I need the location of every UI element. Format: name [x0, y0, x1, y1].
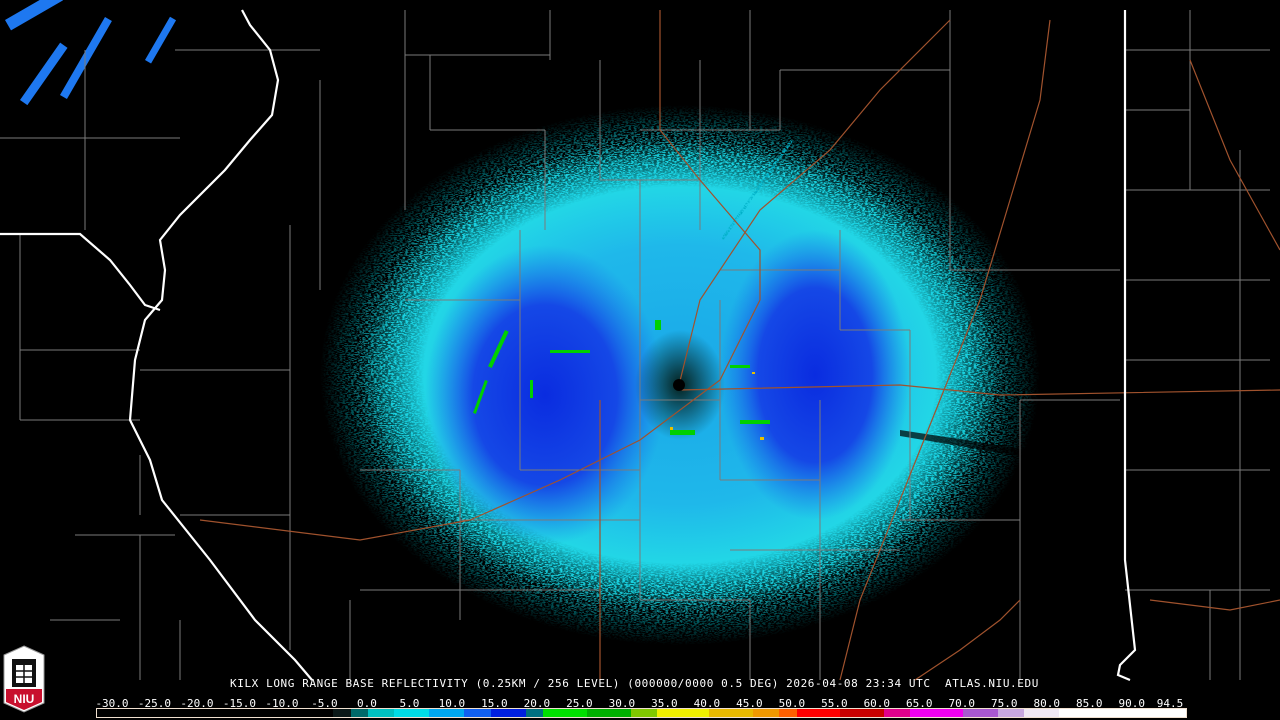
colorbar-segment [840, 709, 885, 717]
colorbar-segment [333, 709, 351, 717]
colorbar-segment [1059, 709, 1186, 717]
colorbar-segment [656, 709, 710, 717]
colorbar-segment [543, 709, 587, 717]
colorbar-segment [97, 709, 334, 717]
colorbar-segment [368, 709, 395, 717]
colorbar-segment [464, 709, 491, 717]
colorbar-segment [490, 709, 526, 717]
reflectivity-colorbar [96, 708, 1187, 718]
reflectivity-echoes [5, 0, 1040, 645]
product-title: KILX LONG RANGE BASE REFLECTIVITY (0.25K… [230, 677, 1039, 690]
colorbar-segment [997, 709, 1025, 717]
colorbar-segment [429, 709, 465, 717]
radar-display: NIU KILX LONG RANGE BASE REFLECTIVITY (0… [0, 0, 1280, 720]
colorbar-segment [350, 709, 369, 717]
colorbar-segment [884, 709, 911, 717]
colorbar-segment [630, 709, 657, 717]
radar-map [0, 0, 1280, 682]
colorbar-segment [796, 709, 841, 717]
colorbar-segment [586, 709, 631, 717]
colorbar-segment [752, 709, 780, 717]
colorbar-segment [394, 709, 430, 717]
colorbar-segment [1024, 709, 1060, 717]
colorbar-segment [910, 709, 963, 717]
colorbar-segment [525, 709, 544, 717]
colorbar-segment [709, 709, 753, 717]
colorbar-segment [779, 709, 797, 717]
colorbar-segment [962, 709, 998, 717]
radar-site-marker [673, 379, 685, 391]
